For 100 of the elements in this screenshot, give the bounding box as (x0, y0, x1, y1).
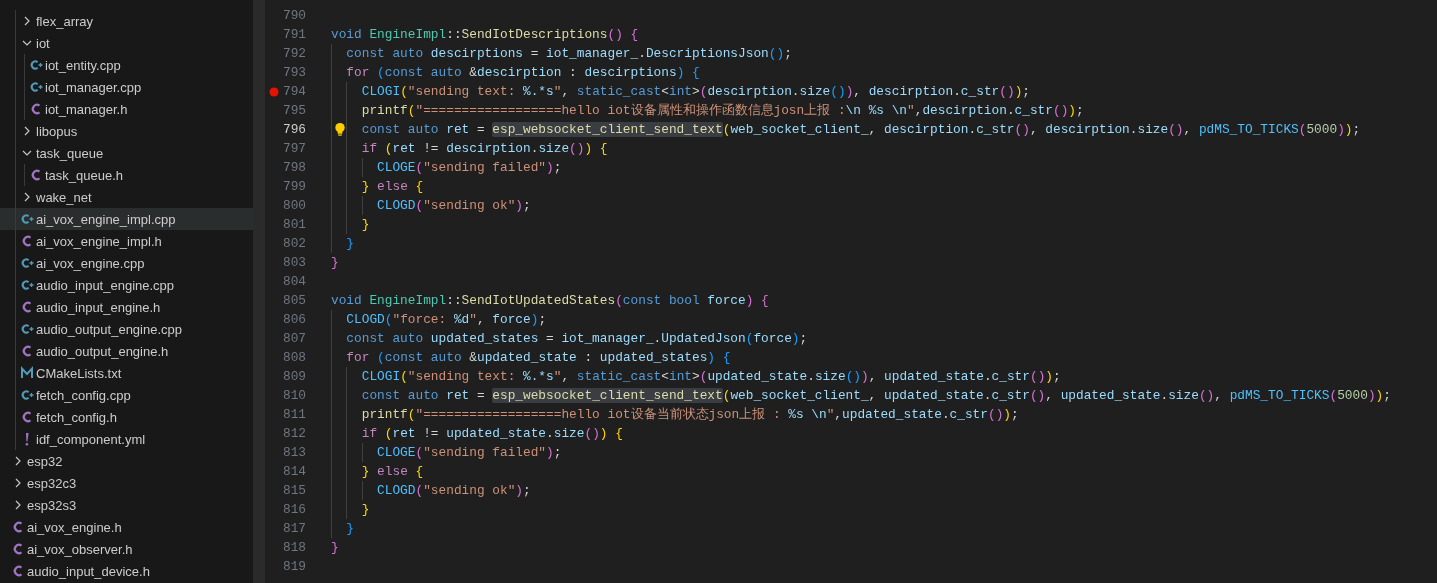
line-number: 813 (283, 445, 305, 460)
tree-item[interactable]: flex_array (0, 10, 253, 32)
tree-item[interactable]: fetch_config.h (0, 406, 253, 428)
line-number: 806 (283, 312, 305, 327)
code-line: } (360, 502, 370, 517)
line-number: 800 (283, 198, 305, 213)
line-number: 817 (283, 521, 305, 536)
code-line: CLOGE("sending failed"); (376, 160, 562, 175)
item-label: iot_manager.h (45, 101, 128, 117)
breakpoint-icon[interactable] (269, 86, 279, 97)
item-label: ai_vox_observer.h (27, 541, 133, 557)
cpp-file-icon (19, 255, 35, 271)
code-line: const auto descirptions = iot_manager_.DescriptionsJson(); (345, 46, 792, 61)
line-number: 812 (283, 426, 305, 441)
line-number: 809 (283, 369, 305, 384)
item-label: audio_input_engine.h (36, 299, 161, 315)
tree-item[interactable]: esp32 (0, 450, 253, 472)
tree-item[interactable]: iot (0, 32, 253, 54)
code-line: CLOGD("force: %d", force); (345, 312, 547, 327)
tree-item[interactable]: idf_component.yml (0, 428, 253, 450)
item-label: esp32s3 (27, 497, 77, 513)
tree-item[interactable]: ai_vox_engine.h (0, 516, 253, 538)
tree-item[interactable]: audio_input_engine.h (0, 296, 253, 318)
line-number: 797 (283, 141, 305, 156)
code-line: CLOGE("sending failed"); (376, 445, 562, 460)
item-label: audio_output_engine.cpp (36, 321, 183, 337)
item-label: audio_input_engine.cpp (36, 277, 175, 293)
line-number: 799 (283, 179, 305, 194)
line-number: 795 (283, 103, 305, 118)
tree-item[interactable]: fetch_config.cpp (0, 384, 253, 406)
item-label: audio_output_engine.h (36, 343, 169, 359)
item-label: fetch_config.h (36, 409, 117, 425)
item-label: audio_input_device.h (27, 563, 150, 579)
tree-item[interactable]: esp32c3 (0, 472, 253, 494)
tree-item[interactable]: libopus (0, 120, 253, 142)
tree-item[interactable]: iot_entity.cpp (0, 54, 253, 76)
code-line: void EngineImpl::SendIotDescriptions() { (331, 27, 639, 42)
code-line: CLOGI("sending text: %.*s", static_cast<int>(updated_state.size()), updated_state.c_str()); (360, 369, 1061, 384)
code-line: const auto ret = esp_websocket_client_send_text(web_socket_client_, descirption.c_str(), descirption.size(), pdMS_TO_TICKS(5000)); (360, 122, 1361, 137)
item-label: ai_vox_engine_impl.h (36, 233, 162, 249)
item-label: task_queue.h (45, 167, 124, 183)
tree-item[interactable]: wake_net (0, 186, 253, 208)
tree-item[interactable]: audio_output_engine.cpp (0, 318, 253, 340)
item-label: libopus (36, 123, 78, 139)
line-number: 808 (283, 350, 305, 365)
line-number: 796 (283, 122, 305, 137)
cpp-file-icon (19, 211, 35, 227)
item-label: idf_component.yml (36, 431, 146, 447)
tree-item[interactable]: iot_manager.h (0, 98, 253, 120)
tree-item[interactable]: iot_manager.cpp (0, 76, 253, 98)
line-number: 804 (283, 274, 305, 289)
tree-item[interactable]: audio_input_engine.cpp (0, 274, 253, 296)
line-number: 801 (283, 217, 305, 232)
code-line: for (const auto &updated_state : updated_states) { (345, 350, 731, 365)
tree-item[interactable]: ai_vox_engine_impl.h (0, 230, 253, 252)
tree-item[interactable]: task_queue.h (0, 164, 253, 186)
cpp-file-icon (19, 321, 35, 337)
item-label: esp32c3 (27, 475, 77, 491)
item-label: wake_net (36, 189, 92, 205)
code-line: const auto updated_states = iot_manager_.UpdatedJson(force); (345, 331, 808, 346)
tree-item[interactable]: ai_vox_engine.cpp (0, 252, 253, 274)
line-number: 814 (283, 464, 305, 479)
line-number: 793 (283, 65, 305, 80)
item-label: iot (36, 35, 50, 51)
cpp-file-icon (19, 387, 35, 403)
tree-item[interactable]: esp32s3 (0, 494, 253, 516)
item-label: ai_vox_engine.cpp (36, 255, 145, 271)
tree-item[interactable]: ai_vox_observer.h (0, 538, 253, 560)
item-label: esp32 (27, 453, 63, 469)
item-label: fetch_config.cpp (36, 387, 131, 403)
line-number: 803 (283, 255, 305, 270)
line-number: 790 (283, 8, 305, 23)
tree-item[interactable]: ai_vox_engine_impl.cpp (0, 208, 253, 230)
tree-item[interactable]: task_queue (0, 142, 253, 164)
code-line: } (345, 521, 355, 536)
line-number: 810 (283, 388, 305, 403)
code-line: } (331, 255, 339, 270)
tree-item[interactable]: audio_input_device.h (0, 560, 253, 582)
tree-item[interactable]: CMakeLists.txt (0, 362, 253, 384)
m-letter-icon (19, 365, 35, 381)
code-line: CLOGD("sending ok"); (376, 198, 531, 213)
code-line: CLOGI("sending text: %.*s", static_cast<int>(descirption.size()), descirption.c_str()); (360, 84, 1030, 99)
code-line: } else { (360, 464, 424, 479)
line-number: 792 (283, 46, 305, 61)
code-line: void EngineImpl::SendIotUpdatedStates(const bool force) { (331, 293, 769, 308)
tree-item[interactable]: audio_output_engine.h (0, 340, 253, 362)
line-number: 818 (283, 540, 305, 555)
line-number: 807 (283, 331, 305, 346)
code-line: CLOGD("sending ok"); (376, 483, 531, 498)
line-number: 794 (283, 84, 305, 99)
cpp-file-icon (28, 57, 44, 73)
code-line: printf("==================hello iot设备当前状态json上报 : %s \n",updated_state.c_str()); (360, 406, 1019, 423)
lightbulb-icon[interactable] (334, 122, 346, 137)
line-number: 805 (283, 293, 305, 308)
item-label: iot_entity.cpp (45, 57, 121, 73)
code-line: } (331, 540, 339, 555)
line-number: 802 (283, 236, 305, 251)
item-label: task_queue (36, 145, 104, 161)
code-line: const auto ret = esp_websocket_client_send_text(web_socket_client_, updated_state.c_str(), updated_state.size(), pdMS_TO_TICKS(5000)); (360, 388, 1391, 403)
code-line: } (345, 236, 355, 251)
